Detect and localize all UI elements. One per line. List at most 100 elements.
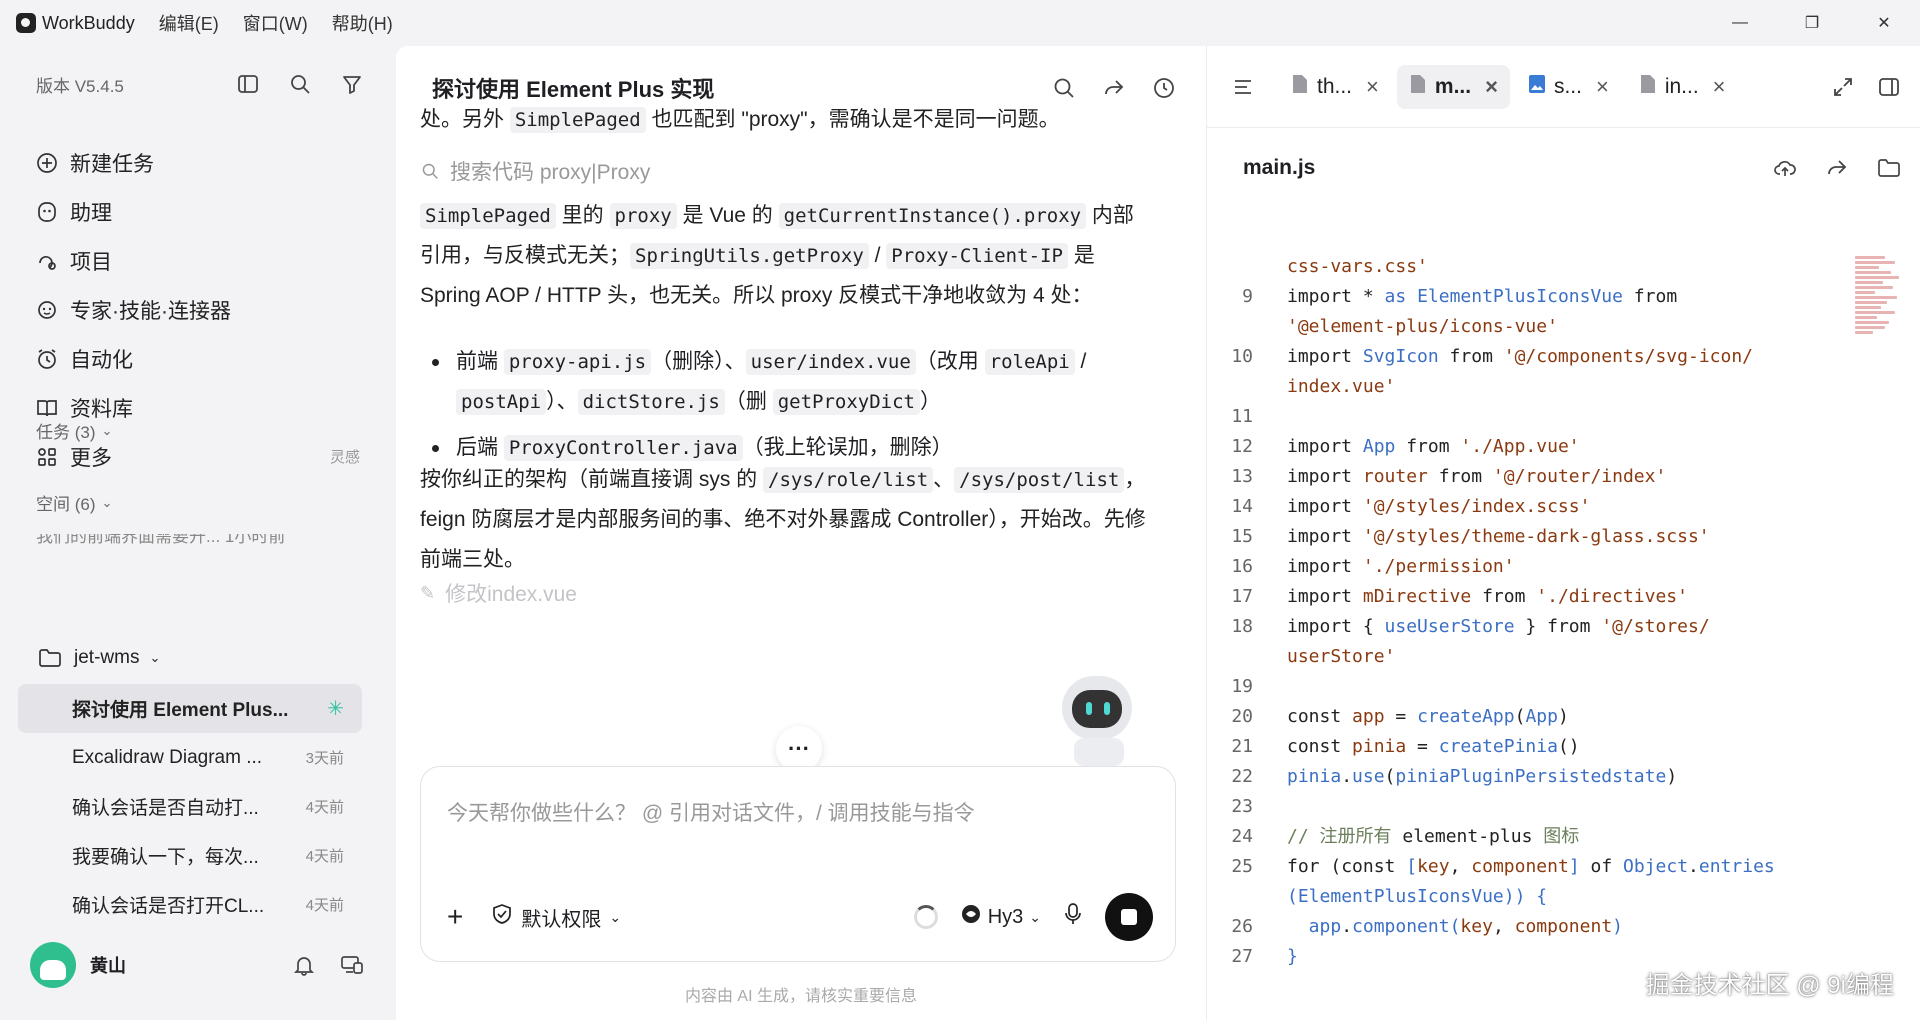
menu-list-icon[interactable] [1229, 73, 1257, 101]
devices-icon[interactable] [338, 951, 366, 979]
permission-selector[interactable]: 默认权限 ⌄ [491, 903, 621, 932]
chevron-down-icon: ⌄ [1029, 908, 1041, 925]
menu-window[interactable]: 窗口(W) [243, 10, 308, 36]
restore-button[interactable]: ❐ [1776, 0, 1848, 46]
nav-label: 项目 [70, 250, 112, 274]
share-icon[interactable] [1823, 154, 1851, 182]
code-token: } from [1514, 616, 1602, 637]
chat-item[interactable]: Excalidraw Diagram ... 3天前 [18, 733, 362, 782]
line-number: 17 [1231, 586, 1253, 607]
code-token: from [1471, 586, 1537, 607]
loading-spark-icon: ✳ [327, 698, 344, 720]
stop-generation-button[interactable] [1105, 893, 1153, 941]
inline-code: postApi [456, 389, 547, 415]
microphone-icon[interactable] [1063, 902, 1083, 932]
add-attachment-icon[interactable]: + [447, 901, 463, 933]
nav-automation[interactable]: 自动化 [34, 334, 364, 383]
nav-project[interactable]: 项目 [34, 236, 364, 285]
editor-tab-active[interactable]: m... × [1396, 64, 1510, 109]
code-token: component [1471, 856, 1569, 877]
code-token: import [1287, 286, 1363, 307]
folder-open-icon[interactable] [1875, 154, 1903, 182]
line-source [1271, 402, 1298, 432]
tab-label: in... [1664, 74, 1699, 98]
editor-tab[interactable]: in... × [1627, 65, 1738, 109]
code-token: ] [1568, 856, 1580, 877]
menu-help[interactable]: 帮助(H) [332, 10, 393, 36]
minimize-button[interactable]: — [1704, 0, 1776, 46]
tool-call-edit[interactable]: ✎ 修改index.vue [420, 578, 577, 608]
code-token: from [1622, 286, 1678, 307]
code-token: = [1406, 736, 1439, 757]
model-label: Hy3 [987, 905, 1024, 928]
line-source: import './permission' [1271, 552, 1515, 582]
chat-item[interactable]: 我要确认一下，每次... 4天前 [18, 831, 362, 880]
inline-code: user/index.vue [745, 349, 916, 375]
inspiration-link[interactable]: 灵感 [330, 446, 360, 467]
panel-toggle-icon[interactable] [234, 70, 262, 98]
side-panel-icon[interactable] [1875, 73, 1903, 101]
code-line: 14 import '@/styles/index.scss' [1207, 492, 1857, 522]
tasks-section-header[interactable]: 任务 (3) ⌄ [36, 418, 112, 443]
tool-call-search[interactable]: 搜索代码 proxy|Proxy [420, 156, 650, 186]
nav-expert[interactable]: 专家·技能·连接器 [34, 285, 364, 334]
inline-code: getCurrentInstance().proxy [778, 203, 1087, 229]
message-paragraph: 处。另外 SimplePaged 也匹配到 "proxy"，需确认是不是同一问题… [420, 100, 1150, 140]
search-icon[interactable] [286, 70, 314, 98]
editor-tab[interactable]: s... × [1516, 65, 1621, 109]
code-token: const [1287, 736, 1353, 757]
code-token: entries [1698, 856, 1775, 877]
close-icon[interactable]: × [1596, 74, 1609, 100]
line-number: 12 [1231, 436, 1253, 457]
message-paragraph: SimplePaged 里的 proxy 是 Vue 的 getCurrentI… [420, 196, 1150, 316]
avatar[interactable] [30, 942, 76, 988]
share-icon[interactable] [1100, 74, 1128, 102]
nav-assistant[interactable]: 助理 [34, 187, 364, 236]
text: 处。另外 [420, 108, 504, 131]
line-number: 21 [1231, 736, 1253, 757]
chat-item-active[interactable]: 探讨使用 Element Plus... ✳ [18, 684, 362, 733]
text: / [1074, 350, 1087, 373]
inline-code: roleApi [984, 349, 1075, 375]
task-item-clipped[interactable]: 我们的前端界面需要开... 1小时前 [36, 534, 356, 544]
tab-label: th... [1317, 74, 1353, 98]
plus-circle-icon [34, 149, 60, 177]
code-token: [ [1406, 856, 1418, 877]
line-source: import '@/styles/index.scss' [1271, 492, 1590, 522]
upload-cloud-icon[interactable] [1771, 154, 1799, 182]
file-name: main.js [1243, 156, 1316, 179]
text: / [868, 244, 887, 267]
tasks-label: 任务 (3) [36, 423, 96, 442]
message-composer[interactable]: 今天帮你做些什么？ @ 引用对话文件，/ 调用技能与指令 + 默认权限 ⌄ Hy… [420, 766, 1176, 962]
close-button[interactable]: ✕ [1848, 0, 1920, 46]
code-token: ) [1557, 706, 1569, 727]
chat-title: Excalidraw Diagram ... [72, 746, 263, 768]
code-token: ) [1612, 916, 1624, 937]
code-token: of [1579, 856, 1624, 877]
code-view[interactable]: css-vars.css' 9 import * as ElementPlusIco… [1207, 252, 1857, 972]
code-token: { [1362, 616, 1385, 637]
history-icon[interactable] [1150, 74, 1178, 102]
model-selector[interactable]: Hy3 ⌄ [960, 903, 1041, 931]
close-icon[interactable]: × [1713, 74, 1726, 100]
code-token: createPinia [1438, 736, 1558, 757]
expand-icon[interactable] [1829, 73, 1857, 101]
close-icon[interactable]: × [1366, 74, 1379, 100]
chat-title: 我要确认一下，每次... [72, 847, 259, 868]
bell-icon[interactable] [290, 951, 318, 979]
menu-edit[interactable]: 编辑(E) [159, 10, 219, 36]
search-icon[interactable] [1050, 74, 1078, 102]
code-minimap[interactable] [1855, 254, 1905, 370]
spaces-section-header[interactable]: 空间 (6) ⌄ [36, 490, 112, 515]
code-line: css-vars.css' [1207, 252, 1857, 282]
editor-tab[interactable]: th... × [1279, 65, 1391, 109]
chat-item[interactable]: 确认会话是否自动打... 4天前 [18, 782, 362, 831]
filter-icon[interactable] [338, 70, 366, 98]
close-icon[interactable]: × [1485, 74, 1498, 100]
chat-item[interactable]: 确认会话是否打开CL... 4天前 [18, 880, 362, 929]
nav-new-task[interactable]: 新建任务 [34, 138, 364, 187]
space-folder[interactable]: jet-wms ⌄ [36, 644, 160, 672]
grid-icon [34, 443, 60, 471]
menu-bar: 编辑(E) 窗口(W) 帮助(H) [159, 10, 393, 36]
inline-code: SpringUtils.getProxy [630, 243, 869, 269]
